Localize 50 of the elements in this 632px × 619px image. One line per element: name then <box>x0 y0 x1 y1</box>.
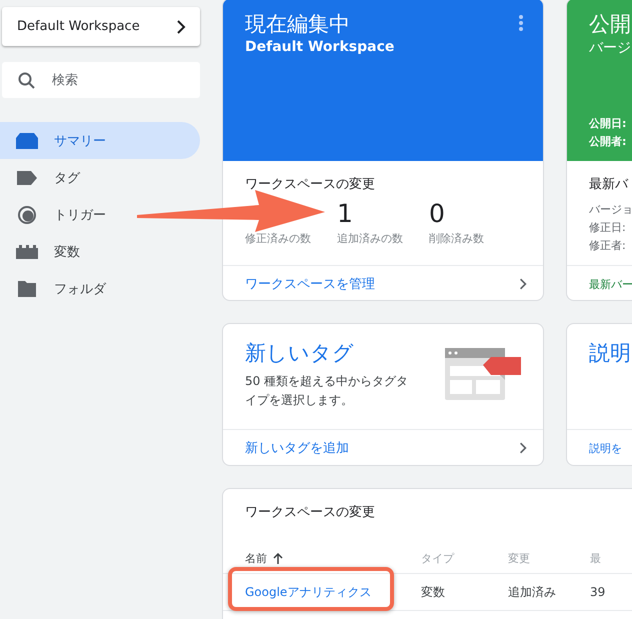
chevron-icon <box>176 20 186 34</box>
column-header[interactable]: 最 <box>590 543 632 574</box>
card-title: 公開 <box>589 11 632 37</box>
section-title: 最新バ <box>589 176 630 193</box>
workspace-selector[interactable]: Default Workspace <box>2 7 200 46</box>
card-subtitle: バージ <box>589 39 632 57</box>
stat-label: 追加済みの数 <box>337 231 404 246</box>
card-description: 50 種類を超える中からタグタイプを選択します。 <box>245 373 410 409</box>
chevron-icon <box>519 441 527 455</box>
trigger-icon <box>17 204 37 224</box>
stat-label: 修正済みの数 <box>245 231 312 246</box>
search-field[interactable]: 検索 <box>2 62 200 98</box>
table-cell: 変数 <box>421 584 445 600</box>
table-title: ワークスペースの変更 <box>244 504 376 521</box>
latest-version-link[interactable]: 最新バー <box>567 265 632 300</box>
chevron-icon <box>519 277 527 291</box>
nav-item[interactable]: 変数 <box>0 233 200 270</box>
stat-count: 1 <box>337 199 354 229</box>
nav-item[interactable]: サマリー <box>0 122 200 159</box>
add-tag-link[interactable]: 新しいタグを追加 <box>223 429 543 465</box>
table-cell: 39 <box>590 585 606 599</box>
more-menu-button[interactable] <box>519 15 523 31</box>
sort-arrow-icon <box>273 552 283 564</box>
card-title: 現在編集中 <box>245 11 351 37</box>
meta-label: 公開者: <box>589 134 628 150</box>
column-header[interactable]: 変更 <box>508 543 590 574</box>
manage-workspace-link[interactable]: ワークスペースを管理 <box>223 265 543 300</box>
stat-count: 0 <box>429 199 446 229</box>
stat-label: 削除済み数 <box>429 231 485 246</box>
summary-icon <box>16 132 38 148</box>
edit-description-link[interactable]: 説明を <box>567 429 632 465</box>
card-title: 説明 <box>589 340 632 366</box>
folder-icon <box>18 280 36 296</box>
detail-label: 修正日: <box>589 220 627 236</box>
column-header[interactable]: タイプ <box>421 543 508 574</box>
item-name-link[interactable]: Googleアナリティクス <box>245 584 372 600</box>
nav-item[interactable]: トリガー <box>0 196 200 233</box>
column-header[interactable]: 名前 <box>223 543 421 574</box>
table-cell: 追加済み <box>508 584 556 600</box>
meta-label: 公開日: <box>589 116 628 132</box>
section-title: ワークスペースの変更 <box>245 176 376 193</box>
more-icon <box>519 15 523 31</box>
detail-label: バージョ <box>589 202 632 218</box>
detail-label: 修正者: <box>589 238 627 254</box>
card-subtitle: Default Workspace <box>245 39 396 55</box>
tag-icon <box>17 170 37 184</box>
nav-item[interactable]: タグ <box>0 159 200 196</box>
nav-item[interactable]: フォルダ <box>0 270 200 307</box>
card-title: 新しいタグ <box>245 340 355 366</box>
variable-icon <box>16 244 38 258</box>
